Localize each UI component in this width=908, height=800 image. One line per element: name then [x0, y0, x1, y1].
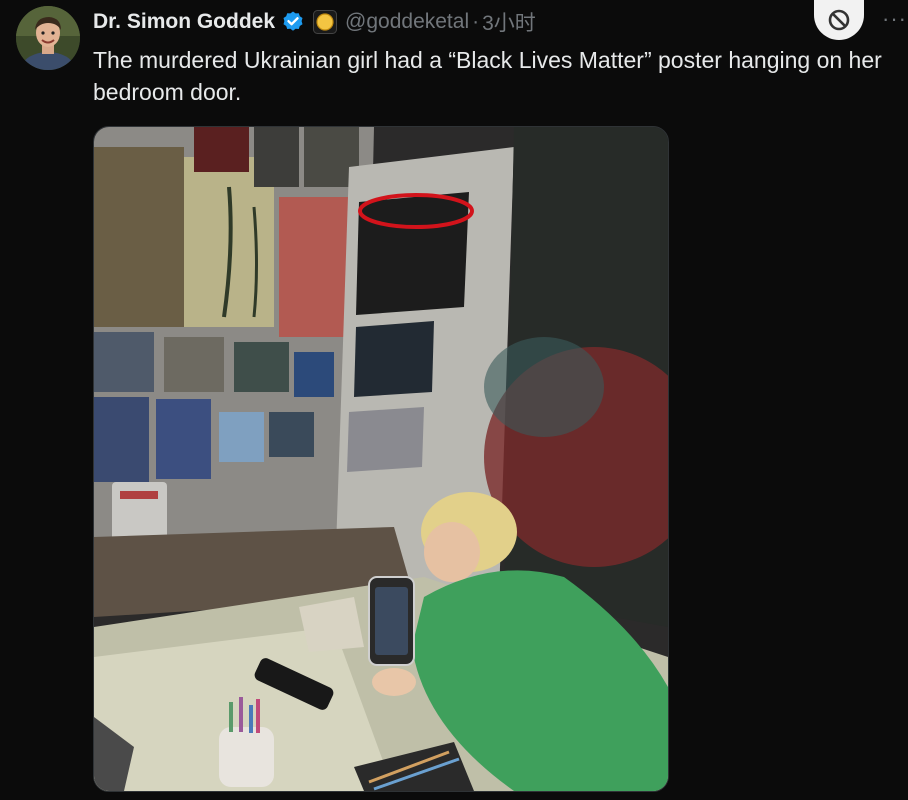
- tweet-photo[interactable]: [93, 126, 669, 792]
- author-handle[interactable]: @goddeketal: [345, 10, 469, 34]
- tweet-header: Dr. Simon Goddek @goddeketal · 3小时: [93, 8, 808, 36]
- more-options-button[interactable]: ···: [882, 6, 908, 32]
- block-icon: [828, 9, 850, 31]
- author-name[interactable]: Dr. Simon Goddek: [93, 10, 275, 34]
- post-time[interactable]: 3小时: [482, 7, 536, 37]
- avatar[interactable]: [16, 6, 80, 70]
- verified-check-icon[interactable]: [281, 10, 305, 34]
- block-button[interactable]: [814, 0, 864, 40]
- gold-circle-badge-icon[interactable]: [313, 10, 338, 34]
- tweet: Dr. Simon Goddek @goddeketal · 3小时 ··· T…: [0, 0, 908, 800]
- tweet-text: The murdered Ukrainian girl had a “Black…: [93, 47, 882, 105]
- separator: ·: [472, 10, 480, 33]
